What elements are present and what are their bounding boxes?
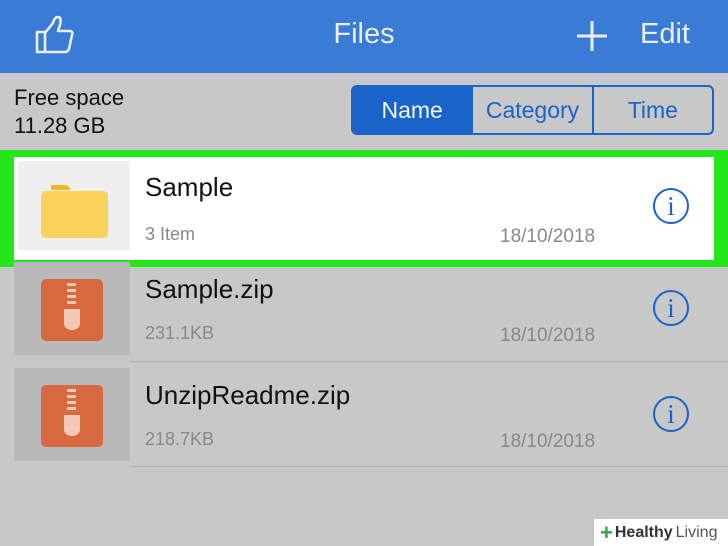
file-thumbnail	[14, 368, 130, 461]
sort-by-name-button[interactable]: Name	[353, 87, 472, 133]
watermark-brand: Healthy	[614, 523, 673, 541]
file-row-sample-zip[interactable]: Sample.zip 231.1KB 18/10/2018 i	[0, 256, 728, 361]
file-date: 18/10/2018	[500, 226, 596, 247]
sort-segmented-control: Name Category Time	[351, 85, 714, 135]
zip-archive-icon	[41, 279, 103, 341]
file-thumbnail	[18, 161, 130, 250]
free-space-label: Free space	[14, 85, 125, 110]
file-name: Sample	[145, 172, 234, 202]
file-name: UnzipReadme.zip	[145, 380, 351, 410]
file-meta: 231.1KB	[145, 323, 215, 343]
folder-icon	[41, 185, 108, 238]
info-icon[interactable]: i	[653, 290, 689, 326]
sort-by-category-button[interactable]: Category	[471, 87, 591, 133]
file-date: 18/10/2018	[500, 431, 596, 452]
file-row-sample[interactable]: Sample 3 Item 18/10/2018 i	[0, 150, 728, 267]
info-icon[interactable]: i	[653, 188, 689, 224]
file-thumbnail	[14, 262, 130, 355]
page-title: Files	[333, 18, 395, 50]
file-meta: 3 Item	[145, 224, 196, 244]
zip-archive-icon	[41, 385, 103, 447]
row-divider	[130, 466, 728, 467]
file-row-content: Sample 3 Item 18/10/2018 i	[14, 157, 714, 260]
file-date: 18/10/2018	[500, 325, 596, 346]
info-icon[interactable]: i	[653, 396, 689, 432]
file-name: Sample.zip	[145, 274, 274, 304]
edit-button[interactable]: Edit	[640, 18, 690, 51]
file-row-unzipreadme-zip[interactable]: UnzipReadme.zip 218.7KB 18/10/2018 i	[0, 362, 728, 467]
watermark-logo: + Healthy Living	[594, 519, 728, 546]
sort-by-time-button[interactable]: Time	[591, 87, 712, 133]
free-space-value: 11.28 GB	[14, 113, 106, 138]
file-meta: 218.7KB	[145, 429, 215, 449]
navigation-bar: Files Edit	[0, 0, 728, 73]
plus-icon[interactable]	[574, 18, 610, 54]
plus-logo-icon: +	[600, 519, 613, 545]
watermark-brand-suffix: Living	[675, 523, 718, 541]
